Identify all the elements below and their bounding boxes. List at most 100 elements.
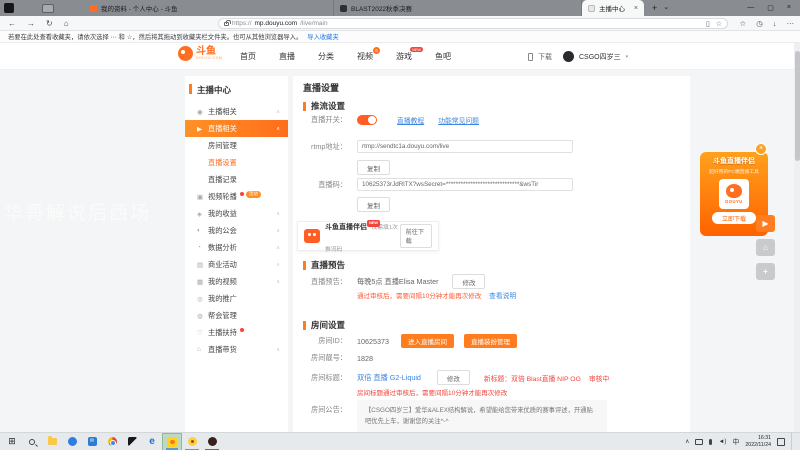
stream-code-input[interactable]: 10625373rJdRlTX?wsSecret=***************… bbox=[357, 178, 573, 191]
forward-icon[interactable]: → bbox=[27, 19, 35, 28]
microphone-icon[interactable] bbox=[709, 438, 713, 445]
modify-title-button[interactable]: 修改 bbox=[436, 370, 470, 385]
dark-red-app-button[interactable] bbox=[202, 433, 222, 450]
dark-app-button[interactable] bbox=[122, 433, 142, 450]
sidebar-item-anchor-support[interactable]: ♡ 主播扶持 bbox=[185, 324, 288, 341]
chevron-down-icon[interactable]: ▾ bbox=[626, 54, 629, 60]
douyu-logo[interactable]: 斗鱼 DOUYU.COM bbox=[178, 46, 222, 61]
enter-room-button[interactable]: 进入直播房间 bbox=[400, 334, 454, 348]
close-button[interactable]: × bbox=[787, 4, 791, 12]
history-icon[interactable]: ◷ bbox=[756, 19, 763, 28]
favorites-icon[interactable]: ☆ bbox=[739, 19, 746, 28]
copy-code-button[interactable]: 复制 bbox=[357, 197, 390, 212]
nav-game[interactable]: 游戏 NEW bbox=[396, 47, 423, 62]
sidebar-item-live-commerce[interactable]: ⌂ 直播带货 ∧ bbox=[185, 341, 288, 358]
chrome-button[interactable] bbox=[102, 433, 122, 450]
chevron-up-icon[interactable]: ∧ bbox=[276, 347, 280, 353]
chevron-up-icon[interactable]: ∧ bbox=[276, 109, 280, 115]
chevron-up-icon[interactable]: ∧ bbox=[276, 279, 280, 285]
copy-rtmp-button[interactable]: 复制 bbox=[357, 160, 390, 175]
sidebar-item-live-settings[interactable]: 直播设置 bbox=[185, 154, 288, 171]
live-switch-row: 直播开关： 直播教程 功能常见问题 bbox=[303, 115, 682, 125]
quick-live-button[interactable]: ▶ bbox=[756, 215, 775, 232]
sidebar-item-my-videos[interactable]: ▦ 我的视频 ∧ bbox=[185, 273, 288, 290]
more-menu-icon[interactable]: ⋯ bbox=[787, 19, 795, 28]
sidebar-item-my-guild[interactable]: ◐ 我的公会 ∧ bbox=[185, 222, 288, 239]
scrollbar-thumb[interactable] bbox=[794, 51, 800, 161]
back-icon[interactable]: ← bbox=[8, 19, 16, 28]
sidebar-item-my-earnings[interactable]: ◈ 我的收益 ∧ bbox=[185, 205, 288, 222]
downloads-icon[interactable]: ↓ bbox=[773, 19, 777, 28]
minimize-button[interactable]: — bbox=[747, 4, 754, 12]
sidebar-item-business-activities[interactable]: ▤ 商业活动 ∧ bbox=[185, 256, 288, 273]
sidebar-item-my-promotion[interactable]: ◎ 我的推广 bbox=[185, 290, 288, 307]
sidebar-item-anchor-related[interactable]: ◉ 主播相关 ∧ bbox=[185, 103, 288, 120]
address-bar[interactable]: https://mp.douyu.com/live/main ▯ ☆ bbox=[218, 18, 728, 29]
home-icon[interactable]: ⌂ bbox=[64, 19, 69, 28]
vertical-tabs-icon[interactable] bbox=[42, 3, 54, 13]
chevron-up-icon[interactable]: ∧ bbox=[276, 262, 280, 268]
companion-download-button[interactable]: 前往下载 bbox=[399, 224, 432, 248]
browser-tab-blast[interactable]: BLAST2022秋季决赛 bbox=[334, 0, 582, 16]
ime-indicator[interactable]: 中 bbox=[732, 437, 739, 447]
reader-mode-icon[interactable]: ▯ bbox=[706, 20, 710, 28]
view-details-link[interactable]: 查看说明 bbox=[489, 293, 516, 300]
room-notice-box[interactable]: 【CSGO四岁三】爱华&ALEX结构解说，希望能给您带来优质的赛事评述，开通贴吧… bbox=[357, 400, 607, 432]
refresh-icon[interactable]: ↻ bbox=[46, 19, 53, 28]
nav-home[interactable]: 首页 bbox=[240, 51, 256, 62]
banner-download-button[interactable]: 立即下载 bbox=[712, 212, 756, 224]
user-avatar[interactable] bbox=[563, 51, 574, 62]
earnings-icon: ◈ bbox=[197, 210, 202, 218]
tray-chevron-icon[interactable]: ∧ bbox=[685, 438, 689, 445]
sidebar-item-live-related[interactable]: ▶ 直播相关 ∧ bbox=[185, 120, 288, 137]
sidebar-item-guild-management[interactable]: ◍ 帮会管理 bbox=[185, 307, 288, 324]
banner-close-icon[interactable]: × bbox=[755, 143, 767, 155]
chevron-up-icon[interactable]: ∧ bbox=[276, 126, 280, 132]
chevron-up-icon[interactable]: ∧ bbox=[276, 211, 280, 217]
new-tab-button[interactable]: + bbox=[652, 0, 657, 16]
browser-tab-profile[interactable]: 我的资料 - 个人中心 - 斗鱼 bbox=[84, 0, 334, 16]
nav-video[interactable]: 视频 6 bbox=[357, 47, 380, 62]
favorite-star-icon[interactable]: ☆ bbox=[716, 20, 722, 28]
page-scrollbar[interactable] bbox=[794, 43, 800, 432]
edge-button[interactable]: e bbox=[142, 433, 162, 450]
start-button[interactable]: ⊞ bbox=[2, 433, 22, 450]
decorate-manage-button[interactable]: 直播装扮管理 bbox=[463, 334, 517, 348]
controller-button[interactable]: + bbox=[756, 263, 775, 280]
tab-close-icon[interactable]: × bbox=[634, 5, 638, 12]
speaker-icon[interactable]: ◄) bbox=[718, 439, 726, 445]
username[interactable]: CSGO四岁三 bbox=[579, 52, 621, 62]
download-link[interactable]: 下载 bbox=[538, 52, 552, 62]
nav-live[interactable]: 直播 bbox=[279, 51, 295, 62]
video-carousel-icon: ▣ bbox=[197, 193, 204, 201]
browser-app-icon[interactable] bbox=[4, 3, 14, 13]
douyu-companion-button[interactable] bbox=[162, 432, 182, 450]
sidebar-item-live-records[interactable]: 直播记录 bbox=[185, 171, 288, 188]
modify-preview-button[interactable]: 修改 bbox=[452, 274, 486, 289]
maximize-button[interactable]: ▢ bbox=[767, 4, 774, 12]
rtmp-input[interactable]: rtmp://sendtc1a.douyu.com/live bbox=[357, 140, 573, 153]
blue-app-button[interactable] bbox=[62, 433, 82, 450]
sidebar-item-room-management[interactable]: 房间管理 bbox=[185, 137, 288, 154]
live-tutorial-link[interactable]: 直播教程 bbox=[397, 115, 424, 125]
import-favorites-link[interactable]: 导入收藏夹 bbox=[307, 32, 338, 41]
display-icon[interactable] bbox=[695, 438, 704, 445]
chevron-up-icon[interactable]: ∧ bbox=[276, 228, 280, 234]
mail-app-button[interactable]: ✉ bbox=[82, 433, 102, 450]
browser-tab-active[interactable]: 主播中心 × bbox=[582, 0, 644, 16]
back-home-button[interactable]: ⌂ bbox=[756, 239, 775, 256]
faq-link[interactable]: 功能常见问题 bbox=[438, 115, 479, 125]
sidebar-item-data-analysis[interactable]: ◔ 数据分析 ∧ bbox=[185, 239, 288, 256]
sidebar-item-video-carousel[interactable]: ▣ 视频轮播 活动 bbox=[185, 188, 288, 205]
show-desktop-button[interactable] bbox=[791, 432, 794, 450]
file-explorer-button[interactable] bbox=[42, 433, 62, 450]
search-button[interactable] bbox=[22, 433, 42, 450]
tab-search-icon[interactable]: ⌄ bbox=[663, 0, 669, 16]
yellow-app-button[interactable] bbox=[182, 433, 202, 450]
chevron-up-icon[interactable]: ∧ bbox=[276, 245, 280, 251]
nav-categories[interactable]: 分类 bbox=[318, 51, 334, 62]
nav-yuba[interactable]: 鱼吧 bbox=[435, 51, 451, 62]
action-center-icon[interactable] bbox=[777, 437, 785, 446]
live-switch-toggle[interactable] bbox=[357, 115, 377, 125]
taskbar-clock[interactable]: 16:31 2022/11/24 bbox=[745, 435, 771, 449]
